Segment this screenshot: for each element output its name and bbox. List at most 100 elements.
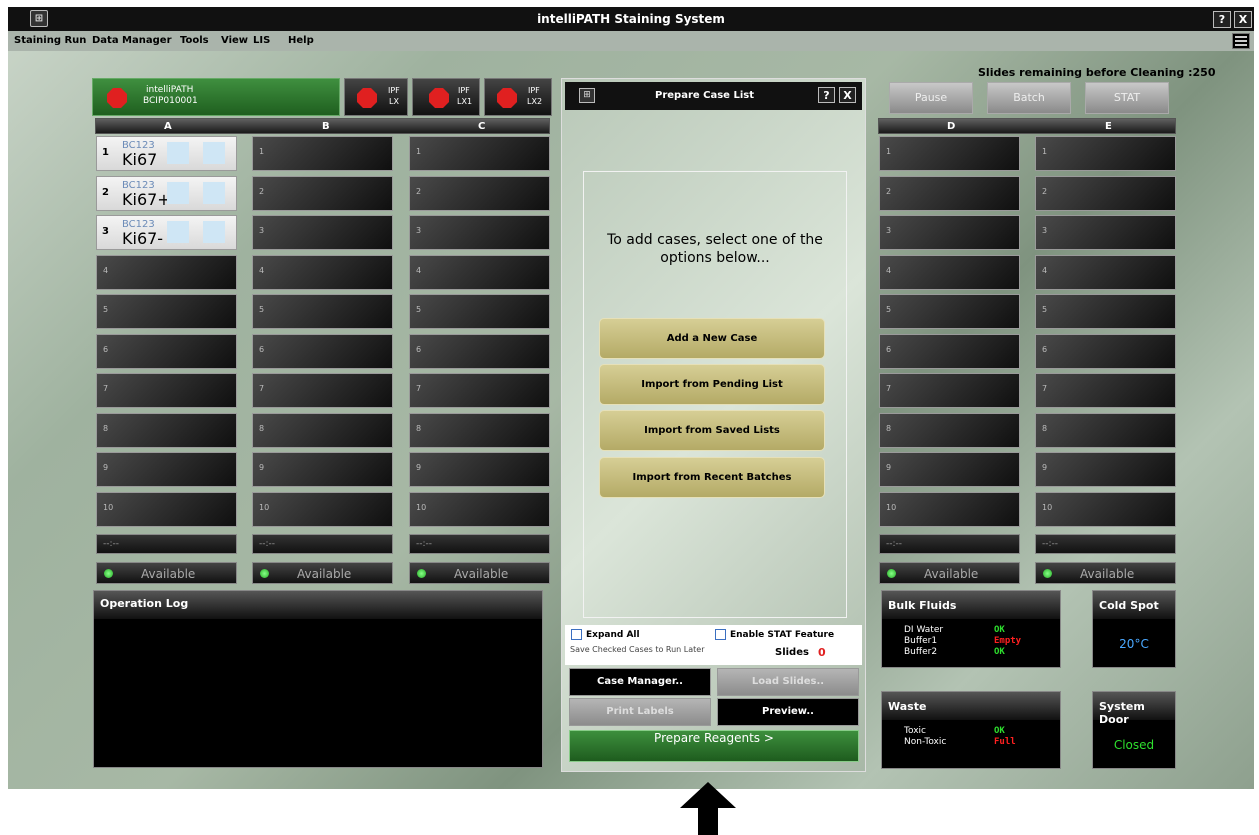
instrument-tab-lx[interactable]: IPF LX bbox=[344, 78, 408, 116]
slot-stain: Ki67- bbox=[122, 229, 164, 248]
slide-slot-b-7[interactable]: 7 bbox=[252, 373, 393, 408]
slide-slot-a-8[interactable]: 8 bbox=[96, 412, 237, 448]
slide-slot-d-9[interactable]: 9 bbox=[879, 452, 1020, 487]
menu-lis[interactable]: LIS bbox=[253, 35, 270, 46]
import-saved-lists-button[interactable]: Import from Saved Lists bbox=[599, 410, 825, 451]
dialog-close-button[interactable]: X bbox=[839, 87, 856, 103]
slide-slot-d-4[interactable]: 4 bbox=[879, 254, 1020, 290]
slide-slot-b-9[interactable]: 9 bbox=[252, 452, 393, 487]
enable-stat-checkbox[interactable]: Enable STAT Feature bbox=[715, 629, 834, 640]
slot-number: 2 bbox=[259, 186, 265, 196]
menu-data-manager[interactable]: Data Manager bbox=[92, 35, 172, 46]
slide-slot-c-9[interactable]: 9 bbox=[409, 452, 550, 487]
slide-slot-d-3[interactable]: 3 bbox=[879, 215, 1020, 250]
slide-slot-e-8[interactable]: 8 bbox=[1035, 412, 1176, 448]
slide-slot-a-1[interactable]: 1 BC123 Ki67 bbox=[96, 136, 237, 171]
instrument-tab-lx2[interactable]: IPF LX2 bbox=[484, 78, 552, 116]
import-recent-batches-button[interactable]: Import from Recent Batches bbox=[599, 457, 825, 498]
slide-slot-d-6[interactable]: 6 bbox=[879, 333, 1020, 369]
pause-button[interactable]: Pause bbox=[889, 82, 973, 114]
slide-slot-e-2[interactable]: 2 bbox=[1035, 175, 1176, 211]
slide-slot-d-2[interactable]: 2 bbox=[879, 175, 1020, 211]
dialog-title: Prepare Case List bbox=[655, 90, 754, 101]
rack-timer-e: --:-- bbox=[1035, 534, 1176, 554]
slide-slot-b-3[interactable]: 3 bbox=[252, 215, 393, 250]
slide-slot-e-3[interactable]: 3 bbox=[1035, 215, 1176, 250]
slide-slot-e-1[interactable]: 1 bbox=[1035, 136, 1176, 171]
status-light-icon bbox=[417, 569, 426, 578]
prepare-reagents-button[interactable]: Prepare Reagents > bbox=[569, 730, 859, 762]
slot-number: 10 bbox=[103, 502, 114, 512]
slide-slot-b-2[interactable]: 2 bbox=[252, 175, 393, 211]
slides-count: 0 bbox=[818, 646, 826, 659]
slot-number: 7 bbox=[259, 384, 265, 393]
slide-slot-c-5[interactable]: 5 bbox=[409, 294, 550, 329]
slide-slot-c-1[interactable]: 1 bbox=[409, 136, 550, 171]
expand-all-checkbox[interactable]: Expand All bbox=[571, 629, 640, 640]
slide-slot-a-10[interactable]: 10 bbox=[96, 491, 237, 527]
print-labels-button[interactable]: Print Labels bbox=[569, 698, 711, 726]
slide-slot-e-5[interactable]: 5 bbox=[1035, 294, 1176, 329]
slide-slot-a-2[interactable]: 2 BC123 Ki67+ bbox=[96, 175, 237, 211]
slide-slot-a-6[interactable]: 6 bbox=[96, 333, 237, 369]
menu-help[interactable]: Help bbox=[288, 35, 314, 46]
fluid-name: DI Water bbox=[904, 625, 944, 635]
pointer-arrow-icon bbox=[680, 782, 736, 835]
slide-slot-b-6[interactable]: 6 bbox=[252, 333, 393, 369]
import-pending-list-button[interactable]: Import from Pending List bbox=[599, 364, 825, 405]
slot-number: 9 bbox=[1042, 463, 1048, 472]
slot-number: 8 bbox=[259, 423, 265, 433]
slide-slot-a-9[interactable]: 9 bbox=[96, 452, 237, 487]
slide-slot-b-5[interactable]: 5 bbox=[252, 294, 393, 329]
menu-view[interactable]: View bbox=[221, 35, 248, 46]
rack-status-label: Available bbox=[924, 567, 979, 581]
dialog-help-button[interactable]: ? bbox=[818, 87, 835, 103]
slide-slot-b-10[interactable]: 10 bbox=[252, 491, 393, 527]
slide-slot-c-6[interactable]: 6 bbox=[409, 333, 550, 369]
slide-slot-e-6[interactable]: 6 bbox=[1035, 333, 1176, 369]
close-button[interactable]: X bbox=[1234, 11, 1252, 28]
slide-slot-a-5[interactable]: 5 bbox=[96, 294, 237, 329]
slot-number: 4 bbox=[886, 265, 892, 275]
slide-slot-b-4[interactable]: 4 bbox=[252, 254, 393, 290]
rack-status-d: Available bbox=[879, 562, 1020, 584]
slide-slot-b-1[interactable]: 1 bbox=[252, 136, 393, 171]
slide-slot-c-10[interactable]: 10 bbox=[409, 491, 550, 527]
slide-slot-b-8[interactable]: 8 bbox=[252, 412, 393, 448]
instrument-label: IPF bbox=[528, 86, 540, 95]
menu-tools[interactable]: Tools bbox=[180, 35, 209, 46]
slide-slot-d-8[interactable]: 8 bbox=[879, 412, 1020, 448]
menu-staining-run[interactable]: Staining Run bbox=[14, 35, 86, 46]
slide-slot-a-4[interactable]: 4 bbox=[96, 254, 237, 290]
slide-slot-d-10[interactable]: 10 bbox=[879, 491, 1020, 527]
preview-button[interactable]: Preview.. bbox=[717, 698, 859, 726]
list-menu-icon[interactable] bbox=[1232, 33, 1250, 49]
waste-title: Waste bbox=[882, 692, 1060, 720]
fluid-name: Non-Toxic bbox=[904, 737, 947, 747]
slide-slot-c-7[interactable]: 7 bbox=[409, 373, 550, 408]
slide-slot-e-10[interactable]: 10 bbox=[1035, 491, 1176, 527]
slide-slot-e-7[interactable]: 7 bbox=[1035, 373, 1176, 408]
slide-slot-c-8[interactable]: 8 bbox=[409, 412, 550, 448]
stat-button[interactable]: STAT bbox=[1085, 82, 1169, 114]
slide-slot-a-7[interactable]: 7 bbox=[96, 373, 237, 408]
slide-slot-e-9[interactable]: 9 bbox=[1035, 452, 1176, 487]
help-button[interactable]: ? bbox=[1213, 11, 1231, 28]
batch-button[interactable]: Batch bbox=[987, 82, 1071, 114]
slide-slot-c-4[interactable]: 4 bbox=[409, 254, 550, 290]
column-header-a: A bbox=[164, 121, 172, 132]
instrument-tab-lx1[interactable]: IPF LX1 bbox=[412, 78, 480, 116]
instrument-tab-main[interactable]: intelliPATH BCIP010001 bbox=[92, 78, 340, 116]
slide-slot-d-5[interactable]: 5 bbox=[879, 294, 1020, 329]
slide-slot-e-4[interactable]: 4 bbox=[1035, 254, 1176, 290]
slide-slot-d-7[interactable]: 7 bbox=[879, 373, 1020, 408]
slot-number: 1 bbox=[259, 147, 265, 156]
label-square-icon bbox=[203, 221, 225, 243]
slide-slot-a-3[interactable]: 3 BC123 Ki67- bbox=[96, 215, 237, 250]
slide-slot-c-2[interactable]: 2 bbox=[409, 175, 550, 211]
slide-slot-c-3[interactable]: 3 bbox=[409, 215, 550, 250]
slide-slot-d-1[interactable]: 1 bbox=[879, 136, 1020, 171]
add-new-case-button[interactable]: Add a New Case bbox=[599, 318, 825, 359]
load-slides-button[interactable]: Load Slides.. bbox=[717, 668, 859, 696]
case-manager-button[interactable]: Case Manager.. bbox=[569, 668, 711, 696]
